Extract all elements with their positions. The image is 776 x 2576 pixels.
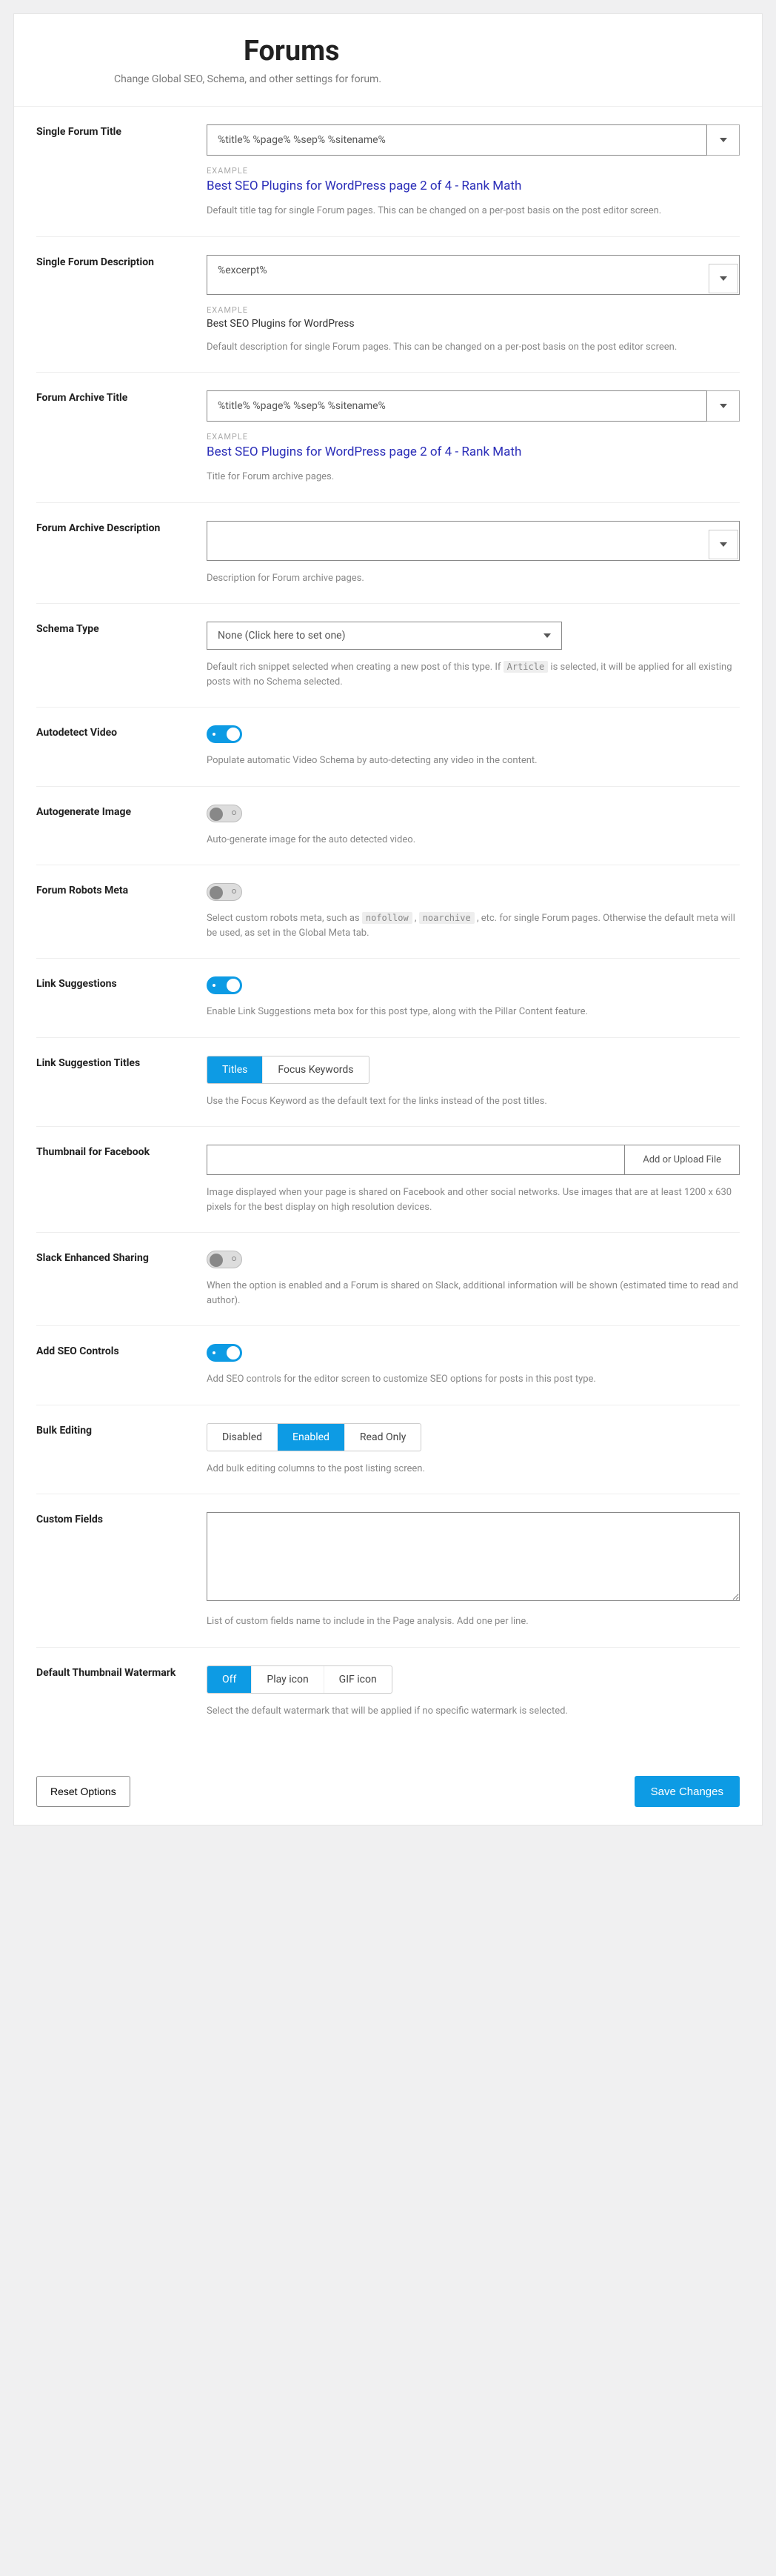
slack-toggle[interactable] <box>207 1251 242 1268</box>
thumbnail-fb-label: Thumbnail for Facebook <box>36 1145 207 1214</box>
bulk-editing-help: Add bulk editing columns to the post lis… <box>207 1462 740 1477</box>
link-suggestion-focus-opt[interactable]: Focus Keywords <box>263 1056 368 1083</box>
forum-robots-toggle[interactable] <box>207 883 242 901</box>
forum-archive-title-label: Forum Archive Title <box>36 390 207 485</box>
forum-archive-desc-input[interactable] <box>207 521 740 561</box>
schema-type-help: Default rich snippet selected when creat… <box>207 660 740 689</box>
seo-controls-label: Add SEO Controls <box>36 1344 207 1387</box>
single-forum-desc-dropdown[interactable] <box>709 264 738 293</box>
chevron-down-icon <box>543 633 551 638</box>
link-suggestion-titles-group: Titles Focus Keywords <box>207 1056 369 1084</box>
thumbnail-fb-help: Image displayed when your page is shared… <box>207 1185 740 1214</box>
forum-archive-desc-dropdown[interactable] <box>709 530 738 559</box>
watermark-label: Default Thumbnail Watermark <box>36 1665 207 1719</box>
link-suggestions-label: Link Suggestions <box>36 976 207 1019</box>
chevron-down-icon <box>720 276 727 281</box>
watermark-gif-opt[interactable]: GIF icon <box>324 1666 392 1693</box>
schema-type-value: None (Click here to set one) <box>218 630 345 642</box>
watermark-help: Select the default watermark that will b… <box>207 1704 740 1719</box>
page-header: Forums Change Global SEO, Schema, and ot… <box>14 14 762 107</box>
bulk-disabled-opt[interactable]: Disabled <box>207 1424 278 1451</box>
slack-label: Slack Enhanced Sharing <box>36 1251 207 1308</box>
link-suggestion-titles-opt[interactable]: Titles <box>207 1056 263 1083</box>
bulk-editing-group: Disabled Enabled Read Only <box>207 1423 421 1451</box>
chevron-down-icon <box>720 542 727 547</box>
forum-archive-desc-label: Forum Archive Description <box>36 521 207 586</box>
link-suggestions-toggle[interactable] <box>207 976 242 994</box>
autodetect-video-label: Autodetect Video <box>36 725 207 768</box>
forum-archive-title-input[interactable]: %title% %page% %sep% %sitename% <box>207 390 707 422</box>
slack-help: When the option is enabled and a Forum i… <box>207 1279 740 1308</box>
forum-archive-desc-help: Description for Forum archive pages. <box>207 571 740 586</box>
forum-archive-title-help: Title for Forum archive pages. <box>207 470 740 485</box>
page-title: Forums <box>244 35 732 67</box>
autodetect-video-toggle[interactable] <box>207 725 242 743</box>
chevron-down-icon <box>720 404 727 408</box>
custom-fields-help: List of custom fields name to include in… <box>207 1614 740 1629</box>
page-subtitle: Change Global SEO, Schema, and other set… <box>114 73 732 85</box>
forum-robots-help: Select custom robots meta, such as nofol… <box>207 911 740 940</box>
autodetect-video-help: Populate automatic Video Schema by auto-… <box>207 753 740 768</box>
bulk-enabled-opt[interactable]: Enabled <box>278 1424 345 1451</box>
autogenerate-image-label: Autogenerate Image <box>36 805 207 848</box>
save-button[interactable]: Save Changes <box>635 1776 740 1807</box>
watermark-group: Off Play icon GIF icon <box>207 1665 392 1694</box>
single-forum-desc-input[interactable]: %excerpt% <box>207 255 740 295</box>
forum-archive-title-example[interactable]: Best SEO Plugins for WordPress page 2 of… <box>207 445 740 459</box>
custom-fields-label: Custom Fields <box>36 1512 207 1629</box>
seo-controls-help: Add SEO controls for the editor screen t… <box>207 1372 740 1387</box>
thumbnail-fb-upload-button[interactable]: Add or Upload File <box>624 1145 739 1174</box>
example-label: EXAMPLE <box>207 166 740 176</box>
example-label: EXAMPLE <box>207 305 740 315</box>
autogenerate-image-help: Auto-generate image for the auto detecte… <box>207 833 740 848</box>
single-forum-desc-help: Default description for single Forum pag… <box>207 340 740 355</box>
single-forum-desc-example: Best SEO Plugins for WordPress <box>207 318 740 330</box>
watermark-play-opt[interactable]: Play icon <box>252 1666 324 1693</box>
reset-button[interactable]: Reset Options <box>36 1776 130 1807</box>
link-suggestions-help: Enable Link Suggestions meta box for thi… <box>207 1005 740 1019</box>
single-forum-title-dropdown[interactable] <box>707 124 740 156</box>
schema-type-label: Schema Type <box>36 622 207 689</box>
thumbnail-fb-input[interactable] <box>207 1145 624 1174</box>
bulk-editing-label: Bulk Editing <box>36 1423 207 1477</box>
watermark-off-opt[interactable]: Off <box>207 1666 252 1693</box>
autogenerate-image-toggle[interactable] <box>207 805 242 822</box>
single-forum-title-label: Single Forum Title <box>36 124 207 219</box>
single-forum-desc-label: Single Forum Description <box>36 255 207 355</box>
link-suggestion-titles-help: Use the Focus Keyword as the default tex… <box>207 1094 740 1109</box>
custom-fields-textarea[interactable] <box>207 1512 740 1601</box>
single-forum-title-help: Default title tag for single Forum pages… <box>207 204 740 219</box>
example-label: EXAMPLE <box>207 432 740 442</box>
forum-robots-label: Forum Robots Meta <box>36 883 207 940</box>
bulk-readonly-opt[interactable]: Read Only <box>345 1424 421 1451</box>
forum-archive-title-dropdown[interactable] <box>707 390 740 422</box>
single-forum-title-input[interactable]: %title% %page% %sep% %sitename% <box>207 124 707 156</box>
chevron-down-icon <box>720 138 727 142</box>
schema-type-select[interactable]: None (Click here to set one) <box>207 622 562 650</box>
link-suggestion-titles-label: Link Suggestion Titles <box>36 1056 207 1109</box>
single-forum-title-example[interactable]: Best SEO Plugins for WordPress page 2 of… <box>207 179 740 193</box>
seo-controls-toggle[interactable] <box>207 1344 242 1362</box>
